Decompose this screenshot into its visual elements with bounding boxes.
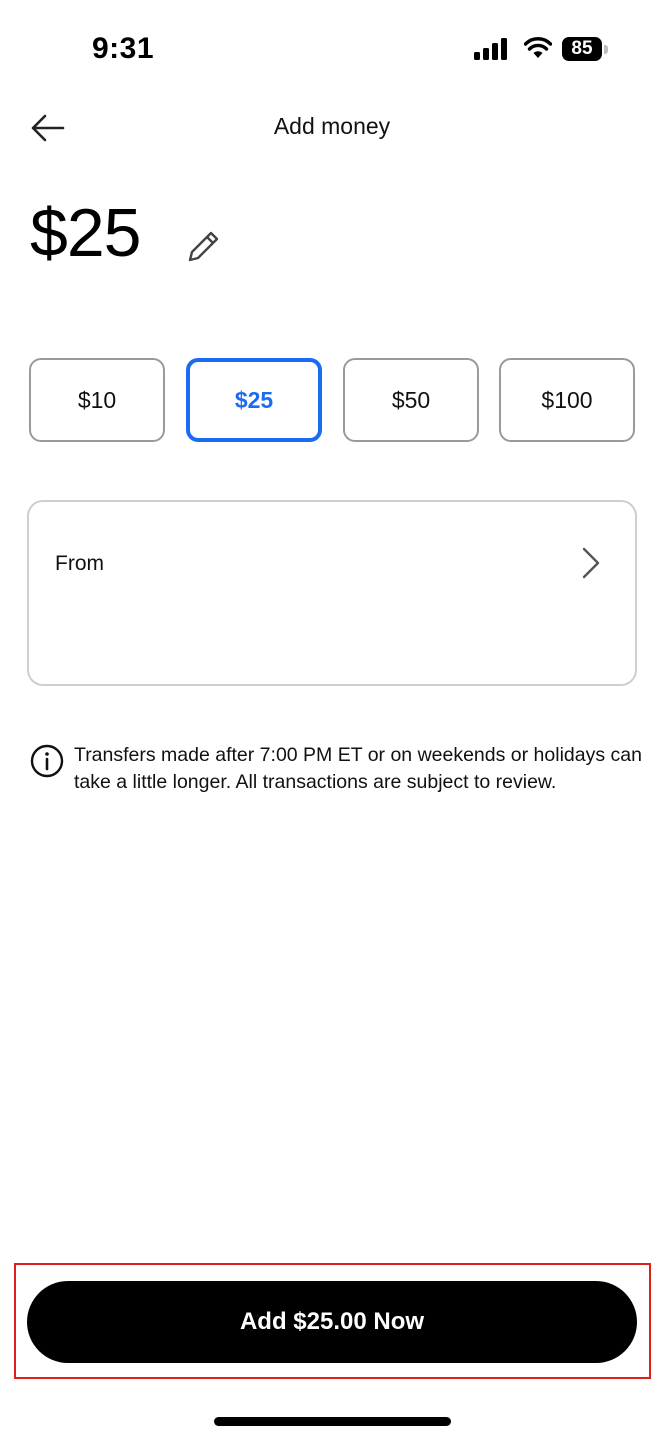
from-account-selector[interactable]: From	[27, 500, 637, 686]
home-indicator	[214, 1417, 451, 1426]
pencil-icon	[188, 231, 219, 262]
info-icon	[30, 744, 64, 778]
status-time: 9:31	[92, 32, 155, 65]
status-icons: 85	[474, 36, 614, 64]
add-money-button[interactable]: Add $25.00 Now	[27, 1281, 637, 1363]
preset-50-button[interactable]: $50	[343, 358, 479, 442]
preset-10-button[interactable]: $10	[29, 358, 165, 442]
page-title: Add money	[273, 113, 391, 139]
status-bar: 9:31 85	[0, 0, 664, 100]
chevron-right-icon	[582, 547, 600, 579]
preset-amount-row: $10 $25 $50 $100	[29, 358, 635, 442]
wifi-icon	[524, 37, 552, 58]
battery-cap	[604, 45, 608, 54]
info-text: Transfers made after 7:00 PM ET or on we…	[74, 744, 642, 793]
signal-icon	[474, 38, 507, 60]
preset-25-button[interactable]: $25	[186, 358, 322, 442]
preset-100-button[interactable]: $100	[499, 358, 635, 442]
amount-display: $25	[30, 195, 141, 271]
from-label: From	[55, 552, 104, 575]
edit-amount-button[interactable]	[184, 226, 224, 266]
battery-level: 85	[562, 37, 602, 61]
